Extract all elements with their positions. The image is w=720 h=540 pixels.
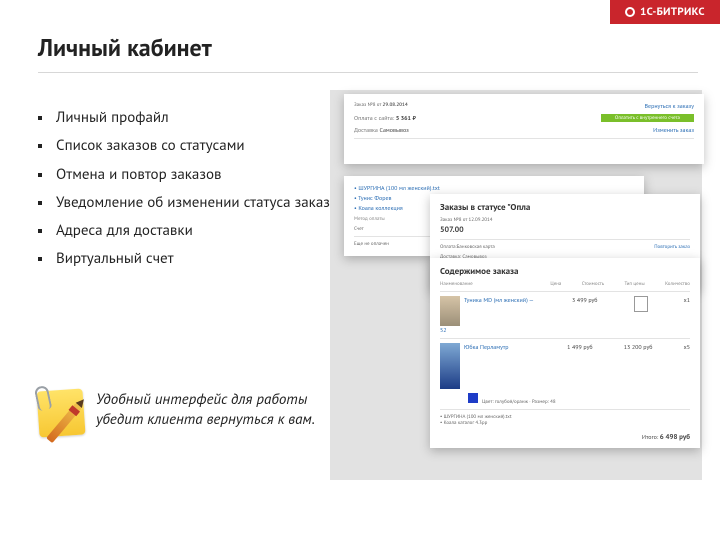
list-item: Список заказов со статусами <box>38 136 338 156</box>
list-item: Виртуальный счет <box>38 249 338 269</box>
list-item: Личный профайл <box>38 108 338 128</box>
brand-badge: 1С-БИТРИКС <box>610 0 720 24</box>
list-item: Адреса для доставки <box>38 221 338 241</box>
screenshots-panel: Заказ №8 от 29.08.2014 Вернуться к заказ… <box>330 90 702 480</box>
title-rule <box>38 72 698 73</box>
brand-logo-icon <box>625 7 635 17</box>
back-link: Вернуться к заказу <box>645 102 694 110</box>
product-thumb <box>440 296 460 326</box>
brand-label: 1С-БИТРИКС <box>640 5 705 19</box>
screenshot-order-summary: Заказ №8 от 29.08.2014 Вернуться к заказ… <box>344 94 704 164</box>
page-title: Личный кабинет <box>38 32 212 63</box>
pencil-note-icon <box>38 390 88 450</box>
screenshot-order-contents: Содержимое заказа Наименование Цена Стои… <box>430 258 700 448</box>
list-item: Уведомление об изменении статуса заказа <box>38 193 338 213</box>
tagline-block: Удобный интерфейс для работы убедит клие… <box>38 390 358 450</box>
list-item: Отмена и повтор заказов <box>38 165 338 185</box>
feature-list: Личный профайл Список заказов со статуса… <box>38 108 338 278</box>
pay-button: Оплатить с внутреннего счета <box>601 114 694 122</box>
tagline-text: Удобный интерфейс для работы убедит клие… <box>96 390 358 431</box>
product-thumb <box>440 343 460 389</box>
